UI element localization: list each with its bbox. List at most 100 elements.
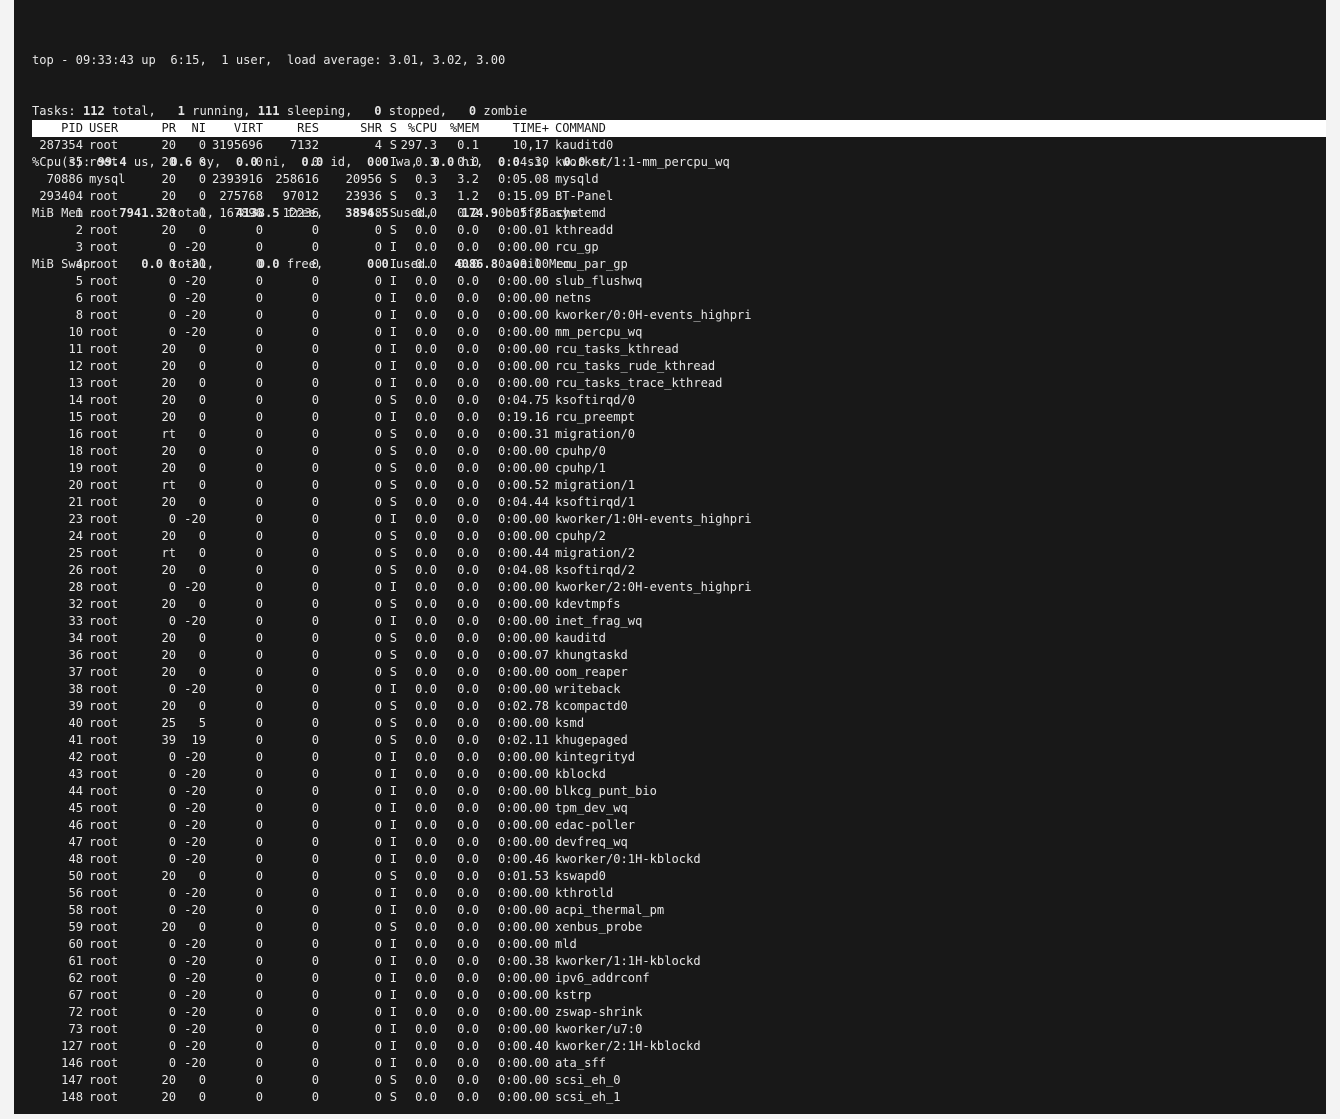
process-ni: 0 [198,359,206,373]
process-mem: 0.0 [457,274,479,288]
process-mem: 0.0 [457,920,479,934]
process-mem: 0.0 [457,1022,479,1036]
process-cpu: 0.0 [415,716,437,730]
process-ni: 0 [198,206,206,220]
process-res: 0 [311,631,319,645]
process-cpu: 0.0 [415,869,437,883]
process-time: 0:00.52 [498,478,549,492]
process-pr: 0 [168,1005,176,1019]
process-row: 43 root 0 -20 0 0 0 I 0.0 0.0 0:00.00 kblockd [32,766,752,783]
process-time: 0:00.38 [498,954,549,968]
process-command: writeback [555,682,621,696]
process-command: slub_flushwq [555,274,643,288]
process-virt: 0 [255,852,263,866]
process-pr: 0 [168,801,176,815]
process-mem: 0.0 [457,1056,479,1070]
process-command: kauditd [555,631,606,645]
process-pr: 20 [161,206,176,220]
process-cpu: 0.0 [415,308,437,322]
terminal-window[interactable]: top - 09:33:43 up 6:15, 1 user, load ave… [14,0,1326,1114]
process-pr: 20 [161,444,176,458]
process-user: root [89,189,119,203]
process-row: 38 root 0 -20 0 0 0 I 0.0 0.0 0:00.00 writeback [32,681,752,698]
process-ni: -20 [184,580,206,594]
process-cpu: 0.0 [415,937,437,951]
process-state: S [389,631,397,645]
process-state: S [389,699,397,713]
process-state: I [389,291,397,305]
process-pid: 62 [68,971,83,985]
process-pr: rt [161,478,176,492]
process-res: 0 [311,767,319,781]
process-res: 0 [311,971,319,985]
process-mem: 0.0 [457,784,479,798]
process-command: ksoftirqd/0 [555,393,636,407]
process-row: 20 root rt 0 0 0 0 S 0.0 0.0 0:00.52 migration/1 [32,477,752,494]
process-mem: 0.0 [457,546,479,560]
process-ni: -20 [184,1022,206,1036]
process-cpu: 0.0 [415,1005,437,1019]
process-cpu: 0.0 [415,1022,437,1036]
process-res: 0 [311,886,319,900]
process-state: I [389,784,397,798]
process-virt: 0 [255,733,263,747]
process-shr: 0 [374,818,382,832]
process-user: root [89,1005,119,1019]
process-pid: 41 [68,733,83,747]
process-user: root [89,954,119,968]
process-state: I [389,1022,397,1036]
process-cpu: 0.0 [415,886,437,900]
process-pid: 44 [68,784,83,798]
process-user: root [89,920,119,934]
process-pr: 0 [168,291,176,305]
process-pr: 20 [161,529,176,543]
process-pr: 25 [161,716,176,730]
uptime-line: top - 09:33:43 up 6:15, 1 user, load ave… [32,53,506,67]
process-res: 0 [311,1005,319,1019]
process-user: root [89,223,119,237]
process-virt: 0 [255,410,263,424]
process-res: 0 [311,682,319,696]
process-time: 0:00.00 [498,308,549,322]
process-shr: 0 [374,274,382,288]
process-virt: 0 [255,886,263,900]
process-row: 36 root 20 0 0 0 0 S 0.0 0.0 0:00.07 khungtaskd [32,647,752,664]
process-command: rcu_tasks_kthread [555,342,679,356]
process-res: 0 [311,1090,319,1104]
process-table-header: PID USER PR NI VIRT RES SHR S %CPU %MEM … [32,120,1326,137]
process-res: 0 [311,801,319,815]
process-virt: 0 [255,920,263,934]
process-pr: 0 [168,767,176,781]
process-pid: 20 [68,478,83,492]
process-command: ksoftirqd/1 [555,495,636,509]
process-virt: 0 [255,1073,263,1087]
process-ni: 0 [198,393,206,407]
process-pid: 147 [61,1073,83,1087]
process-virt: 275768 [219,189,263,203]
process-virt: 0 [255,954,263,968]
process-virt: 0 [255,393,263,407]
process-state: I [389,767,397,781]
process-state: S [389,495,397,509]
process-time: 0:00.00 [498,920,549,934]
process-user: root [89,427,119,441]
process-cpu: 0.0 [415,784,437,798]
process-time: 0:19.16 [498,410,549,424]
process-ni: 0 [198,1090,206,1104]
process-cpu: 0.0 [415,733,437,747]
process-pid: 35 [68,155,83,169]
process-row: 70886 mysql 20 0 2393916 258616 20956 S 0.3 3.2 0:… [32,171,752,188]
process-shr: 0 [374,1039,382,1053]
process-time: 0:05.85 [498,206,549,220]
process-user: root [89,563,119,577]
process-pid: 11 [68,342,83,356]
process-user: root [89,444,119,458]
process-res: 0 [311,274,319,288]
process-ni: 0 [198,444,206,458]
process-row: 287354 root 20 0 3195696 7132 4 S 297.3 0.1 10,17 k… [32,137,752,154]
process-virt: 0 [255,631,263,645]
process-mem: 0.0 [457,308,479,322]
process-user: root [89,206,119,220]
process-pr: 0 [168,784,176,798]
process-row: 60 root 0 -20 0 0 0 I 0.0 0.0 0:00.00 mld [32,936,752,953]
